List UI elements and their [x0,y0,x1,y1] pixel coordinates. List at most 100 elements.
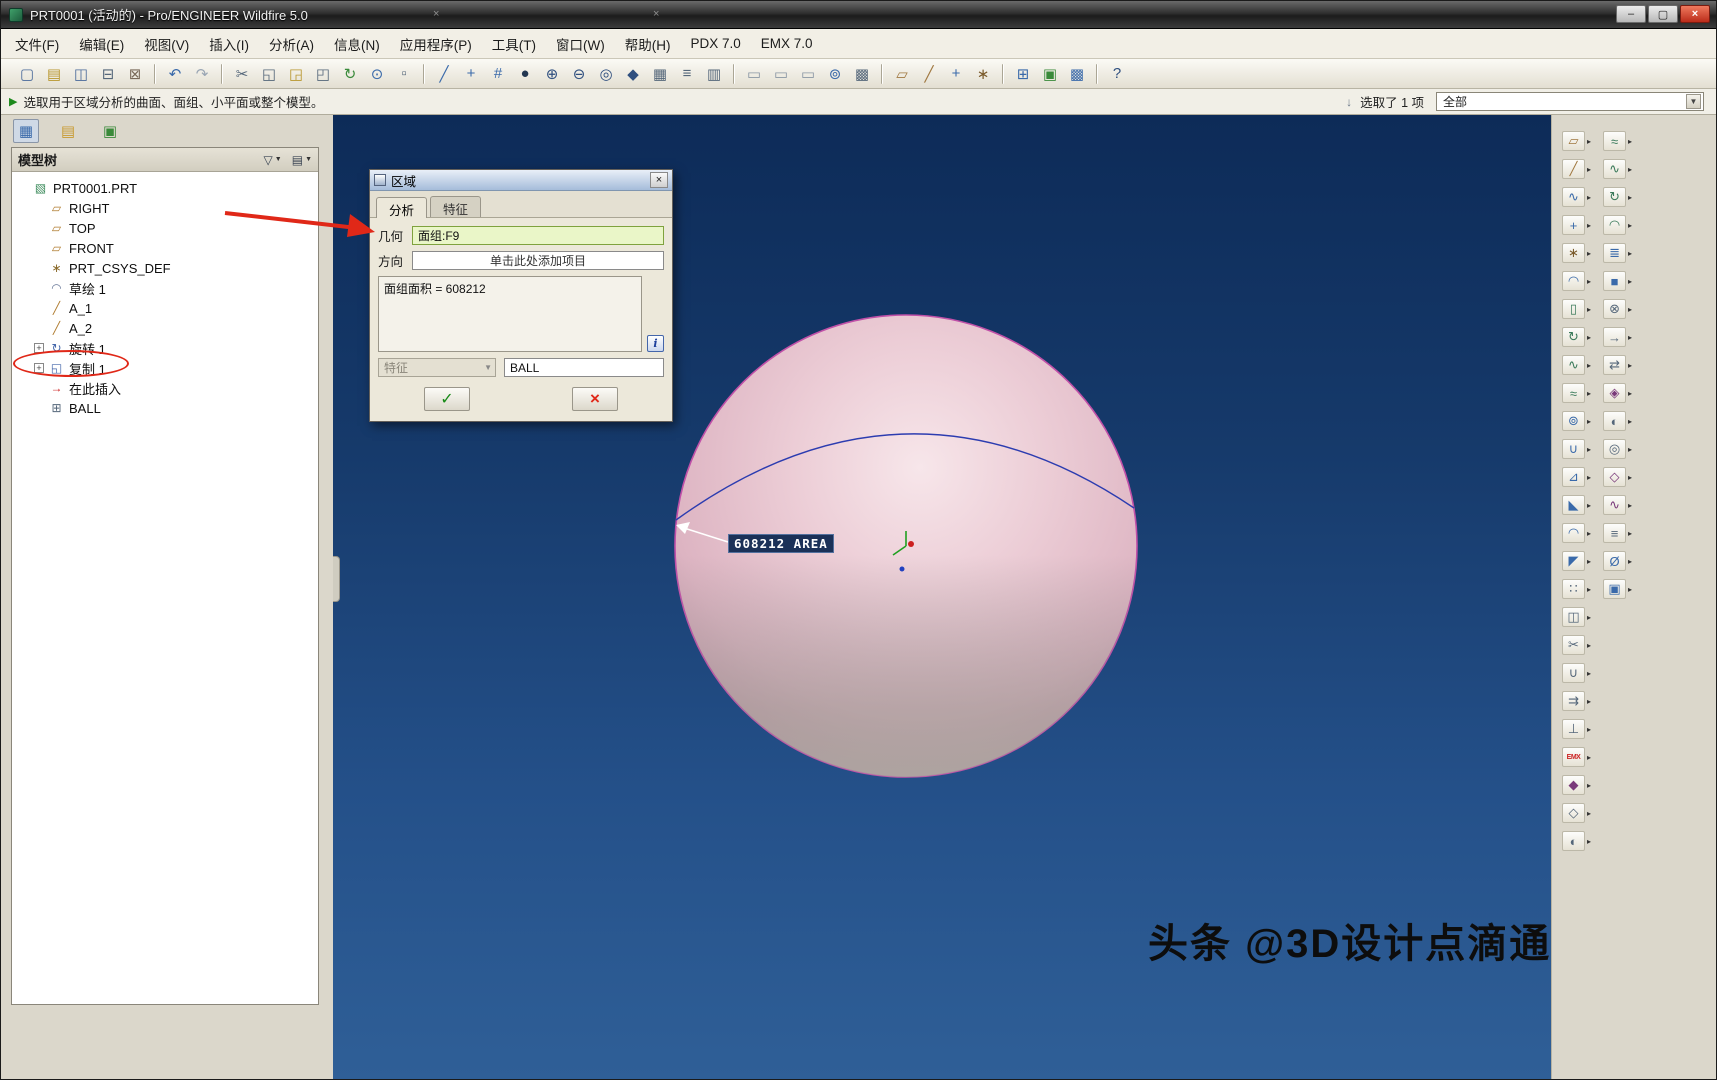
menu-info[interactable]: 信息(N) [334,34,380,54]
line-tool-icon[interactable]: ╱ [432,63,456,85]
folder-browser-tab-icon[interactable]: ▤ [55,119,81,143]
datum-curve-tool-icon[interactable]: ∿ [1562,187,1585,207]
copy-icon[interactable]: ◱ [257,63,281,85]
dialog-title-bar[interactable]: 区域 × [370,170,672,191]
blend-tool-icon[interactable]: ≈ [1562,383,1585,403]
model-tree-toggle-icon[interactable]: ⊞ [1011,63,1035,85]
model-tree-tab-icon[interactable]: ▦ [13,119,39,143]
flyout-arrow-icon[interactable]: ▸ [1587,697,1591,706]
measure-tool-icon[interactable]: Ø [1603,551,1627,571]
flyout-arrow-icon[interactable]: ▸ [1587,221,1591,230]
menu-analysis[interactable]: 分析(A) [269,34,314,54]
expand-toggle-icon[interactable] [34,263,44,273]
browser-toggle-icon[interactable]: ▩ [1065,63,1089,85]
select-box-icon[interactable]: ▫ [392,63,416,85]
panel-collapse-handle[interactable] [333,556,340,602]
flyout-arrow-icon[interactable]: ▸ [1587,389,1591,398]
flexible-modeling-tool-icon[interactable]: ◈ [1603,383,1627,403]
maximize-button[interactable]: ▢ [1648,5,1678,23]
flyout-arrow-icon[interactable]: ▸ [1628,529,1632,538]
point-tool-icon[interactable]: + [459,63,483,85]
menu-pdx[interactable]: PDX 7.0 [690,36,740,51]
flyout-arrow-icon[interactable]: ▸ [1628,501,1632,510]
feature-name-field[interactable]: BALL [504,358,664,377]
chamfer-tool-icon[interactable]: ◤ [1562,551,1585,571]
tree-display-button[interactable]: ▤ ▼ [292,153,312,167]
revolve-tool-icon[interactable]: ↻ [1562,327,1585,347]
round-tool-icon[interactable]: ◠ [1562,523,1585,543]
zoom-out-icon[interactable]: ⊖ [567,63,591,85]
flyout-arrow-icon[interactable]: ▸ [1587,249,1591,258]
surface-tool-icon[interactable]: ◐ [1562,831,1585,851]
style-tool-icon[interactable]: ◆ [1562,775,1585,795]
expand-toggle-icon[interactable] [34,323,44,333]
menu-tools[interactable]: 工具(T) [492,34,536,54]
shell-tool-icon[interactable]: ∪ [1562,439,1585,459]
snap-grid-icon[interactable]: # [486,63,510,85]
emx-tool-icon[interactable]: EMX [1562,747,1585,767]
pattern-tool-icon[interactable]: ∷ [1562,579,1585,599]
expand-toggle-icon[interactable] [34,203,44,213]
expand-toggle-icon[interactable] [18,183,28,193]
flyout-arrow-icon[interactable]: ▸ [1587,501,1591,510]
tree-item-a1[interactable]: ╱ A_1 [12,298,318,318]
undo-icon[interactable]: ↶ [163,63,187,85]
flyout-arrow-icon[interactable]: ▸ [1628,137,1632,146]
zoom-in-icon[interactable]: ⊕ [540,63,564,85]
chevron-down-icon[interactable]: ▼ [1686,94,1701,109]
favorites-tab-icon[interactable]: ▣ [97,119,123,143]
datum-plane-tool-icon[interactable]: ▱ [1562,131,1585,151]
window-activate-icon[interactable]: ▭ [796,63,820,85]
sketch-tool-icon[interactable]: ◠ [1562,271,1585,291]
menu-edit[interactable]: 编辑(E) [79,34,124,54]
paste-icon[interactable]: ◲ [284,63,308,85]
flyout-arrow-icon[interactable]: ▸ [1628,361,1632,370]
swept-blend-tool-icon[interactable]: ◠ [1603,215,1627,235]
tree-filter-button[interactable]: ▽ ▼ [264,153,282,167]
wireframe-tool-icon[interactable]: ◇ [1562,803,1585,823]
expand-toggle-icon[interactable] [34,283,44,293]
extend-tool-icon[interactable]: → [1603,327,1627,347]
search-icon[interactable]: ⊙ [365,63,389,85]
layers-icon[interactable]: ≡ [675,63,699,85]
expand-toggle-icon[interactable] [34,403,44,413]
direction-field[interactable]: 单击此处添加项目 [412,251,664,270]
trim-tool-icon[interactable]: ✂ [1562,635,1585,655]
flyout-arrow-icon[interactable]: ▸ [1587,641,1591,650]
menu-insert[interactable]: 插入(I) [209,34,249,54]
expand-toggle-icon[interactable] [34,383,44,393]
mirror-tool-icon[interactable]: ◫ [1562,607,1585,627]
menu-help[interactable]: 帮助(H) [625,34,671,54]
cancel-button[interactable]: × [572,387,618,411]
datum-point-toggle-icon[interactable]: + [944,63,968,85]
dialog-close-button[interactable]: × [650,172,668,188]
tree-item-insert-here[interactable]: → 在此插入 [12,378,318,398]
annotation-icon[interactable]: ⊚ [823,63,847,85]
annotate-tool-icon[interactable]: ≡ [1603,523,1627,543]
regenerate-icon[interactable]: ↻ [338,63,362,85]
context-help-icon[interactable]: ? [1105,63,1129,85]
open-file-icon[interactable]: ▤ [42,63,66,85]
flyout-arrow-icon[interactable]: ▸ [1587,529,1591,538]
draft-tool-icon[interactable]: ◣ [1562,495,1585,515]
save-icon[interactable]: ◫ [69,63,93,85]
datum-plane-toggle-icon[interactable]: ▱ [890,63,914,85]
view-manager-icon[interactable]: ▥ [702,63,726,85]
coordinate-system-tool-icon[interactable]: ∗ [1562,243,1585,263]
boundary-blend-tool-icon[interactable]: ≈ [1603,131,1627,151]
tree-item-sketch-1[interactable]: ◠ 草绘 1 [12,278,318,298]
flyout-arrow-icon[interactable]: ▸ [1587,361,1591,370]
warp-tool-icon[interactable]: ∿ [1603,495,1627,515]
window-new-icon[interactable]: ▭ [742,63,766,85]
flyout-arrow-icon[interactable]: ▸ [1587,445,1591,454]
menu-window[interactable]: 窗口(W) [556,34,605,54]
toroid-tool-icon[interactable]: ◎ [1603,439,1627,459]
flyout-arrow-icon[interactable]: ▸ [1628,557,1632,566]
selection-filter-dropdown[interactable]: 全部 ▼ [1436,92,1704,111]
flyout-arrow-icon[interactable]: ▸ [1628,389,1632,398]
freestyle-tool-icon[interactable]: ◇ [1603,467,1627,487]
flyout-arrow-icon[interactable]: ▸ [1628,249,1632,258]
flyout-arrow-icon[interactable]: ▸ [1628,305,1632,314]
flyout-arrow-icon[interactable]: ▸ [1587,753,1591,762]
flyout-arrow-icon[interactable]: ▸ [1628,165,1632,174]
